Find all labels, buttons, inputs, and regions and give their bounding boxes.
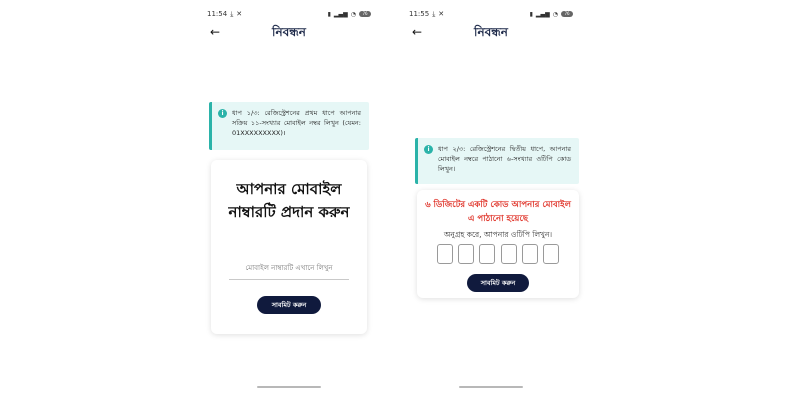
app-bar: ← নিবন্ধন xyxy=(203,22,375,42)
wifi-icon: ◔ xyxy=(552,10,558,18)
phone-entry-card: আপনার মোবাইল নাম্বারটি প্রদান করুন সাবমি… xyxy=(211,160,367,334)
battery-icon: 76 xyxy=(561,11,573,17)
otp-digit-2[interactable] xyxy=(458,244,475,264)
info-text: ধাপ ২/৩: রেজিস্ট্রেশনের দ্বিতীয় ধাপে, আ… xyxy=(438,145,571,173)
info-text: ধাপ ১/৩: রেজিস্ট্রেশনের প্রথম ধাপে আপনার… xyxy=(232,109,361,137)
notification-off-icon: ✕ xyxy=(236,10,243,18)
status-time: 11:55 xyxy=(409,10,430,18)
submit-button[interactable]: সাবমিট করুন xyxy=(257,296,321,314)
status-bar: 11:54 ⤓ ✕ ▮ ▂▄▆ ◔ 76 xyxy=(207,8,371,20)
info-banner: i ধাপ ২/৩: রেজিস্ট্রেশনের দ্বিতীয় ধাপে,… xyxy=(415,138,579,184)
download-icon: ⤓ xyxy=(432,9,436,18)
info-icon: i xyxy=(218,109,227,118)
notification-off-icon: ✕ xyxy=(438,10,445,18)
otp-heading: ৬ ডিজিটের একটি কোড আপনার মোবাইল এ পাঠানো… xyxy=(425,200,571,224)
home-indicator[interactable] xyxy=(459,386,523,388)
battery-icon: 76 xyxy=(359,11,371,17)
card-title: আপনার মোবাইল নাম্বারটি প্রদান করুন xyxy=(228,180,350,221)
info-banner: i ধাপ ১/৩: রেজিস্ট্রেশনের প্রথম ধাপে আপন… xyxy=(209,102,369,150)
otp-card: ৬ ডিজিটের একটি কোড আপনার মোবাইল এ পাঠানো… xyxy=(417,190,579,298)
otp-prompt: অনুগ্রহ করে, আপনার ওটিপি লিখুন। xyxy=(443,230,553,239)
otp-digit-6[interactable] xyxy=(542,244,559,264)
submit-button[interactable]: সাবমিট করুন xyxy=(467,274,529,292)
otp-input-row xyxy=(437,244,559,264)
vibrate-icon: ▮ xyxy=(529,10,533,18)
phone-screen-step1: 11:54 ⤓ ✕ ▮ ▂▄▆ ◔ 76 ← নিবন্ধন i ধাপ ১/৩… xyxy=(203,0,375,400)
download-icon: ⤓ xyxy=(230,9,234,18)
home-indicator[interactable] xyxy=(257,386,321,388)
info-icon: i xyxy=(424,145,433,154)
status-bar: 11:55 ⤓ ✕ ▮ ▂▄▆ ◔ 76 xyxy=(409,8,573,20)
wifi-icon: ◔ xyxy=(350,10,356,18)
otp-digit-5[interactable] xyxy=(521,244,538,264)
vibrate-icon: ▮ xyxy=(327,10,331,18)
signal-icon: ▂▄▆ xyxy=(535,10,550,18)
otp-digit-1[interactable] xyxy=(437,244,453,264)
signal-icon: ▂▄▆ xyxy=(333,10,348,18)
otp-digit-4[interactable] xyxy=(500,244,517,264)
status-time: 11:54 xyxy=(207,10,228,18)
otp-digit-3[interactable] xyxy=(479,244,496,264)
page-title: নিবন্ধন xyxy=(474,25,508,39)
phone-screen-step2: 11:55 ⤓ ✕ ▮ ▂▄▆ ◔ 76 ← নিবন্ধন i ধাপ ২/৩… xyxy=(405,0,579,400)
app-bar: ← নিবন্ধন xyxy=(405,22,577,42)
page-title: নিবন্ধন xyxy=(272,25,306,39)
mobile-number-input[interactable] xyxy=(229,256,349,280)
